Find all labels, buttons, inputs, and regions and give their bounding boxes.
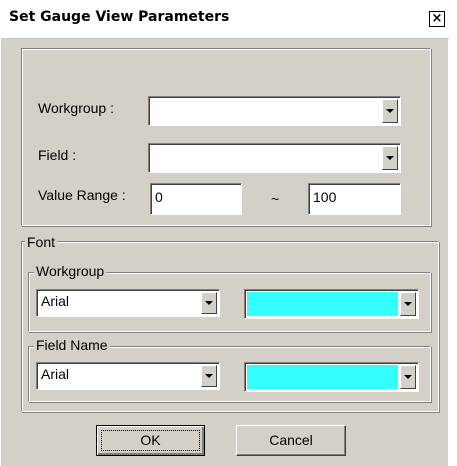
range-max-input[interactable]: 100 (308, 183, 401, 215)
ok-button[interactable]: OK (96, 425, 205, 456)
workgroup-select[interactable] (148, 96, 401, 126)
workgroup-font-value: Arial (41, 293, 70, 309)
cancel-button-label: Cancel (269, 432, 313, 448)
chevron-down-icon (404, 375, 412, 379)
field-name-font-label: Field Name (34, 337, 110, 353)
range-separator: ~ (271, 191, 280, 207)
set-gauge-view-dialog: Set Gauge View Parameters × Workgroup : … (0, 0, 449, 466)
chevron-down-icon (386, 109, 394, 113)
field-name-color-swatch (247, 365, 398, 389)
chevron-down-icon (386, 156, 394, 160)
close-button[interactable]: × (429, 11, 445, 27)
field-name-font-value: Arial (41, 366, 70, 382)
workgroup-color-select[interactable] (244, 289, 419, 319)
workgroup-color-dropdown-button[interactable] (400, 292, 416, 316)
range-min-value: 0 (155, 189, 163, 205)
field-name-font-select[interactable]: Arial (36, 362, 220, 390)
workgroup-font-select[interactable]: Arial (36, 289, 220, 317)
range-max-value: 100 (313, 189, 337, 205)
close-icon: × (431, 11, 443, 26)
ok-button-label: OK (140, 432, 161, 448)
field-dropdown-button[interactable] (382, 146, 398, 170)
workgroup-label: Workgroup : (38, 100, 114, 116)
workgroup-font-label: Workgroup (34, 263, 107, 279)
chevron-down-icon (205, 301, 213, 305)
field-label: Field : (38, 147, 77, 163)
font-group-label: Font (25, 234, 58, 250)
field-select[interactable] (148, 143, 401, 173)
cancel-button[interactable]: Cancel (236, 425, 346, 456)
workgroup-color-swatch (247, 292, 398, 316)
dialog-title: Set Gauge View Parameters (9, 9, 230, 25)
range-min-input[interactable]: 0 (150, 183, 242, 215)
field-name-color-select[interactable] (244, 362, 419, 392)
field-name-color-dropdown-button[interactable] (400, 365, 416, 389)
workgroup-font-dropdown-button[interactable] (201, 292, 217, 314)
workgroup-dropdown-button[interactable] (382, 99, 398, 123)
value-range-label: Value Range : (38, 187, 126, 203)
chevron-down-icon (404, 302, 412, 306)
chevron-down-icon (205, 374, 213, 378)
field-name-font-dropdown-button[interactable] (201, 365, 217, 387)
title-bar: Set Gauge View Parameters × (1, 0, 449, 39)
